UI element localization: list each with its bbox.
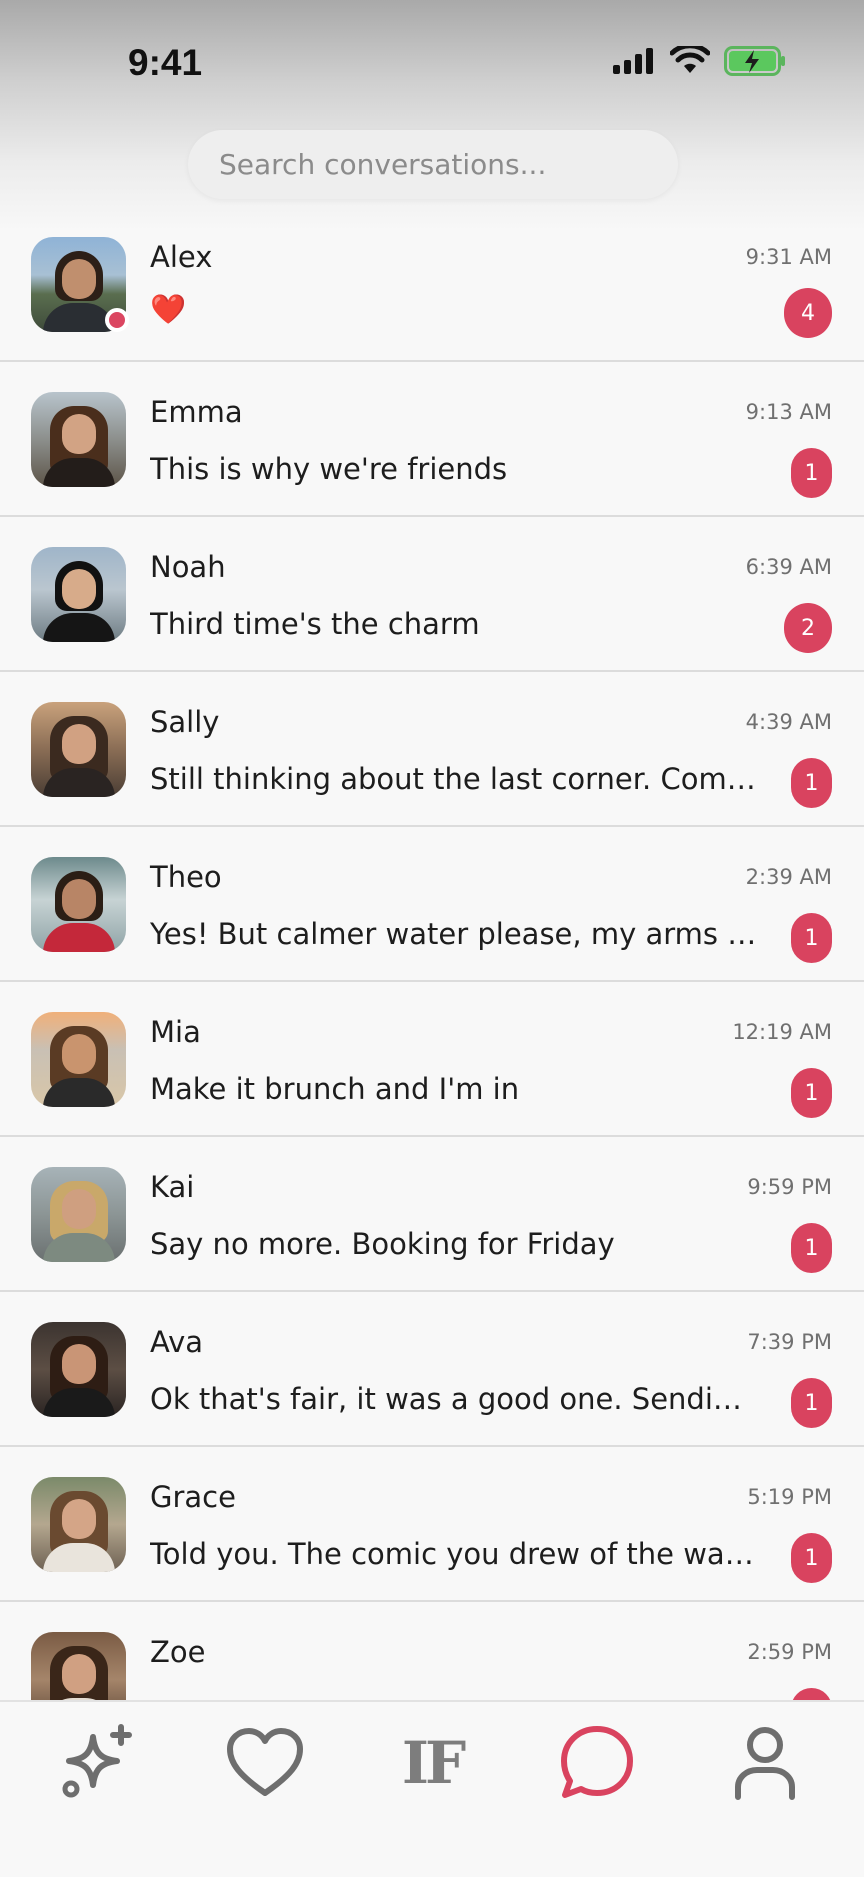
if-logo: IF [401,1729,466,1797]
avatar [31,702,126,797]
unread-badge: 1 [791,758,832,808]
message-preview: Make it brunch and I'm in [150,1072,520,1106]
contact-name: Ava [150,1325,204,1359]
avatar [31,1167,126,1262]
contact-name: Grace [150,1480,236,1514]
unread-badge: 1 [791,1068,832,1118]
conversation-row[interactable]: Mia 12:19 AM Make it brunch and I'm in 1 [0,982,864,1137]
conversation-list[interactable]: Alex 9:31 AM ❤️ 4 Emma 9:13 AM This is w… [0,232,864,1700]
status-icons [612,46,786,76]
message-time: 9:13 AM [745,400,832,424]
avatar [31,857,126,952]
contact-name: Emma [150,395,243,429]
unread-badge [791,1688,832,1700]
unread-badge: 1 [791,1378,832,1428]
unread-badge: 2 [784,603,832,653]
search-input[interactable] [188,130,678,199]
unread-badge: 1 [791,913,832,963]
conversation-row[interactable]: Sally 4:39 AM Still thinking about the l… [0,672,864,827]
signal-icon [613,48,653,74]
message-time: 2:59 PM [747,1640,832,1664]
message-preview: Told you. The comic you drew of the wait… [150,1537,760,1571]
message-time: 7:39 PM [747,1330,832,1354]
unread-badge: 1 [791,448,832,498]
avatar [31,1632,126,1700]
contact-name: Mia [150,1015,201,1049]
wifi-icon [670,46,710,73]
message-time: 5:19 PM [747,1485,832,1509]
sparkle-icon [62,1724,132,1798]
heart-icon [227,1728,303,1796]
contact-name: Alex [150,240,213,274]
message-preview: Still thinking about the last corner. Co… [150,762,760,796]
tab-if[interactable]: IF [387,1718,477,1808]
conversation-row[interactable]: Noah 6:39 AM Third time's the charm 2 [0,517,864,672]
contact-name: Theo [150,860,222,894]
message-time: 9:31 AM [745,245,832,269]
chat-bubble-icon [561,1726,633,1798]
conversation-row[interactable]: Grace 5:19 PM Told you. The comic you dr… [0,1447,864,1602]
tab-likes[interactable] [220,1718,310,1808]
top-header: 9:41 [0,0,864,232]
profile-icon [735,1727,795,1800]
unread-badge: 1 [791,1223,832,1273]
tab-sparkle[interactable] [54,1718,144,1808]
message-preview: Say no more. Booking for Friday [150,1227,615,1261]
unread-badge: 1 [791,1533,832,1583]
message-time: 9:59 PM [747,1175,832,1199]
conversation-row[interactable]: Theo 2:39 AM Yes! But calmer water pleas… [0,827,864,982]
avatar [31,1012,126,1107]
avatar [31,547,126,642]
unread-badge: 4 [784,288,832,338]
contact-name: Noah [150,550,226,584]
contact-name: Zoe [150,1635,206,1669]
message-time: 12:19 AM [732,1020,832,1044]
avatar [31,1477,126,1572]
conversation-row[interactable]: Alex 9:31 AM ❤️ 4 [0,232,864,362]
message-preview: Yes! But calmer water please, my arms ar… [150,917,760,951]
contact-name: Sally [150,705,220,739]
conversation-row[interactable]: Zoe 2:59 PM [0,1602,864,1700]
message-preview: ❤️ [150,292,187,326]
message-time: 6:39 AM [745,555,832,579]
online-indicator [105,308,129,332]
conversation-row[interactable]: Emma 9:13 AM This is why we're friends 1 [0,362,864,517]
tab-chats[interactable] [552,1718,642,1808]
message-time: 4:39 AM [745,710,832,734]
tab-profile[interactable] [720,1718,810,1808]
conversation-row[interactable]: Kai 9:59 PM Say no more. Booking for Fri… [0,1137,864,1292]
message-preview: Third time's the charm [150,607,480,641]
bottom-tab-bar: IF [0,1700,864,1877]
message-preview: Ok that's fair, it was a good one. Sendi… [150,1382,760,1416]
avatar [31,1322,126,1417]
message-time: 2:39 AM [745,865,832,889]
conversation-row[interactable]: Ava 7:39 PM Ok that's fair, it was a goo… [0,1292,864,1447]
message-preview: This is why we're friends [150,452,508,486]
avatar [31,392,126,487]
status-time: 9:41 [128,42,203,83]
contact-name: Kai [150,1170,195,1204]
battery-icon [724,46,785,76]
